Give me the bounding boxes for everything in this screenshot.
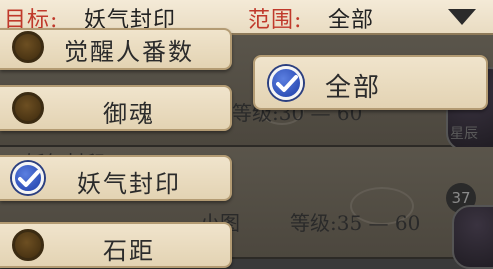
target-option[interactable]: 石距 [0,222,232,268]
quest-avatar[interactable] [452,205,493,269]
scope-option-selected[interactable]: 全部 [253,55,488,110]
scope-value[interactable]: 全部 [328,2,374,34]
target-option-label: 石距 [103,237,155,265]
scope-option-label: 全部 [325,73,382,103]
quest-level-text: 等级:35 — 60 [290,211,421,235]
scope-label: 范围: [248,8,303,33]
target-option[interactable]: 御魂 [0,85,232,131]
avatar-name: 星辰 [450,126,478,142]
dropdown-toggle-icon[interactable] [448,9,476,25]
target-option-label: 觉醒人番数 [64,38,194,66]
radio-checked-icon [269,66,303,100]
target-option-label: 妖气封印 [77,170,181,198]
target-option-label: 御魂 [103,100,155,128]
target-option-selected[interactable]: 妖气封印 [0,155,232,201]
target-option[interactable]: 觉醒人番数 [0,28,232,70]
